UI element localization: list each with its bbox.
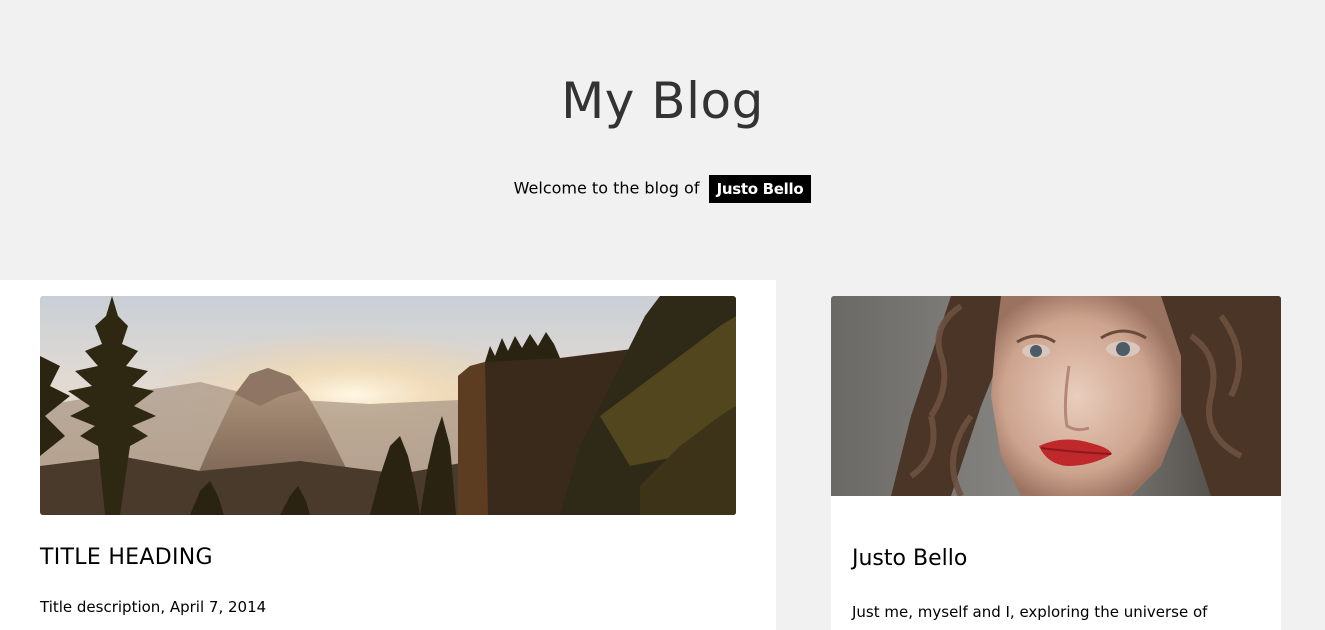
blog-header: My Blog Welcome to the blog of Justo Bel… xyxy=(0,0,1325,280)
author-portrait-image xyxy=(831,296,1281,496)
welcome-text: Welcome to the blog of xyxy=(513,178,700,198)
post-description: Title description, April 7, 2014 xyxy=(40,598,267,616)
author-bio: Just me, myself and I, exploring the uni… xyxy=(852,603,1208,621)
post-landscape-image xyxy=(40,296,736,515)
author-badge: Justo Bello xyxy=(708,174,812,203)
author-name: Justo Bello xyxy=(852,546,968,571)
post-card: TITLE HEADING Title description, April 7… xyxy=(0,280,776,630)
welcome-line: Welcome to the blog of Justo Bello xyxy=(0,174,1325,203)
about-card: Justo Bello Just me, myself and I, explo… xyxy=(831,296,1281,630)
post-title[interactable]: TITLE HEADING xyxy=(40,545,213,570)
site-title: My Blog xyxy=(561,72,764,130)
